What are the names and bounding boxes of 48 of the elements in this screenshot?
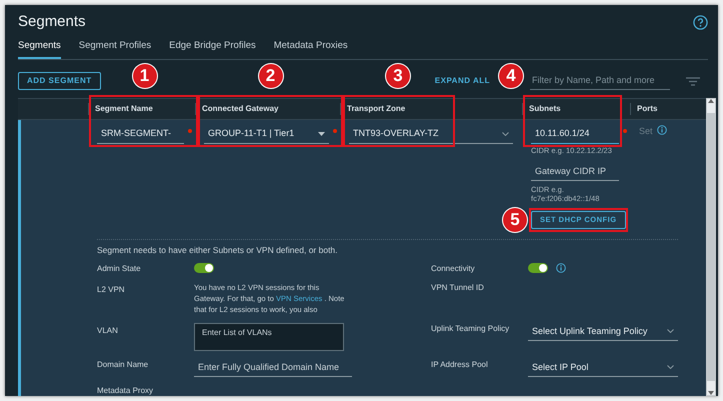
required-dot-icon [333, 129, 337, 134]
select-dropdown[interactable]: Select IP Pool [528, 358, 678, 377]
field-label: Uplink Teaming Policy [431, 322, 510, 334]
chevron-down-icon [667, 329, 674, 334]
field-label: Metadata Proxy [97, 385, 154, 396]
required-dot-icon [188, 129, 192, 134]
chevron-down-icon [667, 365, 674, 370]
segment-name-field[interactable]: SRM-SEGMENT- [97, 125, 184, 144]
help-icon[interactable] [693, 14, 708, 30]
info-icon[interactable] [556, 262, 566, 272]
validation-note: Segment needs to have either Subnets or VPN defined, or both. [97, 244, 339, 256]
vlan-field[interactable]: Enter List of VLANs [194, 322, 344, 350]
field-label: Domain Name [97, 358, 150, 370]
field-label: Connectivity [431, 262, 476, 274]
scroll-down-icon[interactable] [708, 391, 714, 395]
filter-icon[interactable] [686, 76, 700, 86]
expand-all-button[interactable]: EXPAND ALL [434, 75, 490, 88]
field-label: Admin State [97, 262, 142, 274]
tab[interactable]: Edge Bridge Profiles [169, 37, 256, 60]
field-label: VPN Tunnel ID [431, 282, 485, 292]
filter-field[interactable]: Filter by Name, Path and more [530, 73, 670, 90]
chevron-down-icon [502, 132, 509, 136]
gateway-dropdown[interactable]: GROUP-11-T1 | Tier1 [204, 125, 329, 144]
scrollbar[interactable] [706, 98, 716, 396]
scroll-up-icon[interactable] [708, 99, 714, 104]
toggle-switch[interactable] [528, 262, 548, 272]
dropdown-triangle-icon [318, 132, 325, 136]
subnet-field[interactable]: 10.11.60.1/24 [531, 125, 619, 144]
field-label: VLAN [97, 324, 119, 336]
required-dot-icon [623, 129, 627, 134]
toggle-switch[interactable] [194, 262, 214, 272]
transport-zone-dropdown[interactable]: TNT93-OVERLAY-TZ [349, 125, 513, 144]
column-header: Segment Name [88, 103, 195, 116]
gateway-cidr-field[interactable]: Gateway CIDR IP [531, 162, 619, 182]
column-header: Ports [630, 103, 690, 116]
field-label: IP Address Pool [431, 358, 489, 370]
page-title: Segments [18, 13, 86, 31]
column-header: Connected Gateway [195, 103, 340, 116]
field-label: L2 VPN [97, 284, 126, 294]
text-field[interactable]: Enter Fully Qualified Domain Name [194, 358, 352, 377]
column-header: Transport Zone [340, 103, 522, 116]
tab[interactable]: Segments [18, 37, 61, 60]
tab[interactable]: Metadata Proxies [274, 37, 348, 60]
select-dropdown[interactable]: Select Uplink Teaming Policy [528, 322, 678, 341]
tab[interactable]: Segment Profiles [78, 37, 152, 60]
column-header: Subnets [522, 103, 630, 116]
add-segment-button[interactable]: ADD SEGMENT [18, 72, 101, 90]
info-icon[interactable] [656, 125, 667, 136]
